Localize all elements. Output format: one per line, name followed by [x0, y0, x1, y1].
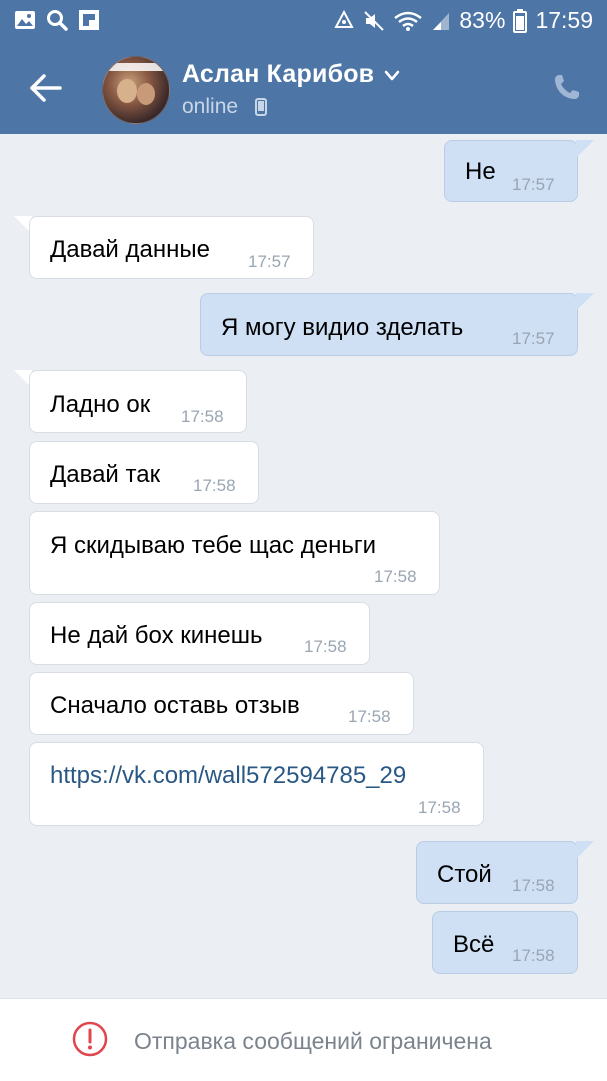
flipboard-icon	[79, 10, 99, 30]
message-incoming[interactable]: Ладно ок 17:58	[29, 370, 247, 433]
contact-name[interactable]: Аслан Карибов	[182, 60, 374, 89]
bubble-tail	[576, 841, 594, 859]
status-left-icons	[14, 9, 100, 31]
message-outgoing[interactable]: Не 17:57	[444, 140, 578, 202]
message-incoming[interactable]: https://vk.com/wall572594785_29 17:58	[29, 742, 484, 826]
back-arrow-icon[interactable]	[28, 70, 64, 106]
avatar[interactable]	[102, 56, 170, 124]
online-status: online	[182, 95, 239, 118]
message-incoming[interactable]: Я скидываю тебе щас деньги 17:58	[29, 511, 440, 595]
status-time: 17:59	[535, 7, 593, 33]
gallery-icon	[15, 11, 35, 29]
message-outgoing[interactable]: Всё 17:58	[432, 911, 578, 974]
warning-icon	[72, 1021, 108, 1057]
message-outgoing[interactable]: Стой 17:58	[416, 841, 578, 904]
restriction-notice: Отправка сообщений ограничена	[134, 1028, 492, 1054]
search-icon	[47, 10, 68, 31]
message-incoming[interactable]: Давай данные 17:57	[29, 216, 314, 279]
message-incoming[interactable]: Сначало оставь отзыв 17:58	[29, 672, 414, 735]
restriction-footer: Отправка сообщений ограничена	[0, 998, 607, 1081]
message-link[interactable]: https://vk.com/wall572594785_29	[50, 764, 406, 788]
message-incoming[interactable]: Не дай бох кинешь 17:58	[29, 602, 370, 665]
phone-call-icon[interactable]	[552, 72, 582, 102]
chevron-down-icon[interactable]	[384, 70, 400, 82]
chat-header: Аслан Карибов online	[0, 42, 607, 134]
recycle-icon	[334, 9, 355, 28]
battery-percent: 83%	[459, 7, 506, 33]
message-outgoing[interactable]: Я могу видио зделать 17:57	[200, 293, 578, 356]
signal-icon	[433, 12, 450, 30]
status-bar: 83% 17:59	[0, 0, 607, 42]
mobile-device-icon	[255, 98, 267, 116]
mute-icon	[364, 10, 385, 31]
bubble-tail	[576, 293, 594, 311]
status-right: 83% 17:59	[333, 7, 593, 34]
battery-icon	[513, 8, 528, 33]
wifi-icon	[394, 11, 423, 31]
bubble-tail	[576, 140, 594, 158]
message-incoming[interactable]: Давай так 17:58	[29, 441, 259, 504]
